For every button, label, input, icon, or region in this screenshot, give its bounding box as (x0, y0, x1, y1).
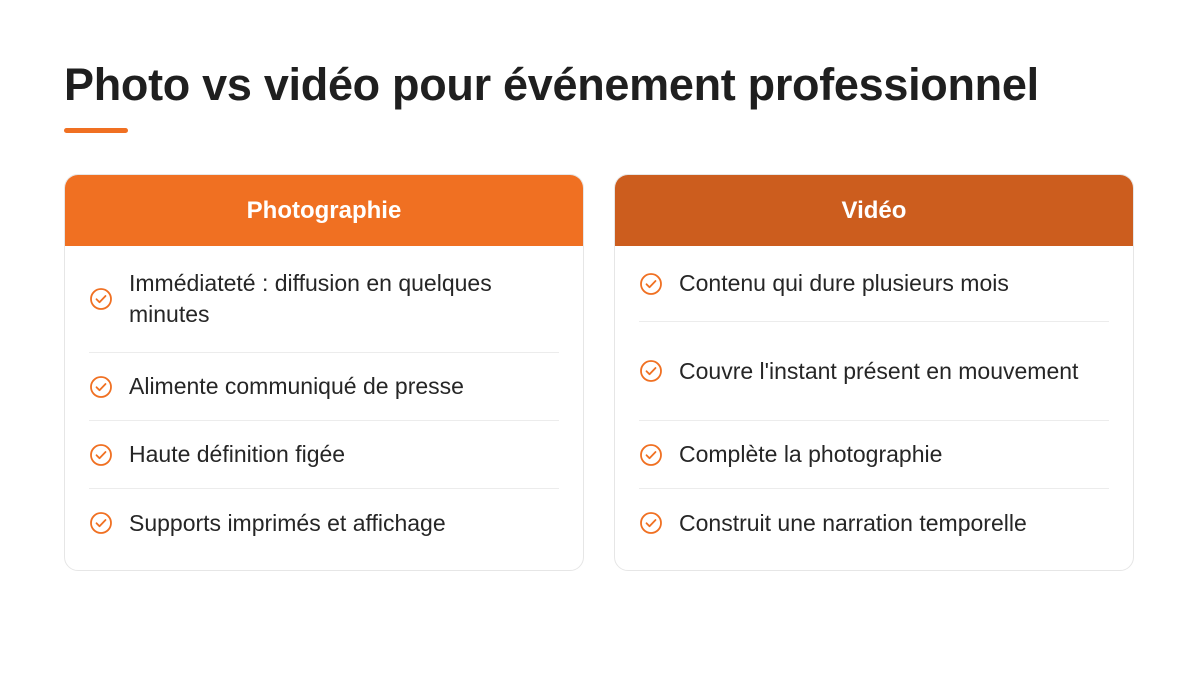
list-item-label: Contenu qui dure plusieurs mois (679, 270, 1009, 296)
page-title: Photo vs vidéo pour événement profession… (64, 59, 1039, 110)
list-item-label: Supports imprimés et affichage (129, 509, 446, 536)
list-item-label: Alimente communiqué de presse (129, 373, 464, 399)
comparison-card-photography: Photographie Immédiateté : diffusion en … (64, 174, 584, 571)
check-circle-icon (89, 511, 113, 535)
card-header: Photographie (65, 175, 583, 246)
list-item: Alimente communiqué de presse (89, 353, 559, 421)
comparison-card-video: Vidéo Contenu qui dure plusieurs mois Co… (614, 174, 1134, 571)
check-circle-icon (639, 272, 663, 296)
check-circle-icon (89, 443, 113, 467)
list-item-label: Immédiateté : diffusion en quelques minu… (129, 270, 492, 327)
list-item: Immédiateté : diffusion en quelques minu… (89, 246, 559, 353)
title-underline (64, 128, 128, 133)
list-item-label: Construit une narration temporelle (679, 509, 1027, 536)
list-item: Couvre l'instant présent en mouvement (639, 322, 1109, 421)
list-item: Supports imprimés et affichage (89, 489, 559, 557)
list-item-label: Couvre l'instant présent en mouvement (679, 357, 1079, 384)
check-circle-icon (89, 287, 113, 311)
check-circle-icon (89, 375, 113, 399)
check-circle-icon (639, 511, 663, 535)
list-item: Construit une narration temporelle (639, 489, 1109, 557)
list-item-label: Haute définition figée (129, 441, 346, 467)
feature-list: Contenu qui dure plusieurs mois Couvre l… (615, 246, 1133, 557)
card-header: Vidéo (615, 175, 1133, 246)
feature-list: Immédiateté : diffusion en quelques minu… (65, 246, 583, 557)
list-item: Haute définition figée (89, 421, 559, 489)
check-circle-icon (639, 443, 663, 467)
list-item: Contenu qui dure plusieurs mois (639, 246, 1109, 322)
check-circle-icon (639, 359, 663, 383)
list-item: Complète la photographie (639, 421, 1109, 489)
list-item-label: Complète la photographie (679, 441, 943, 467)
page: Photo vs vidéo pour événement profession… (0, 0, 1200, 690)
